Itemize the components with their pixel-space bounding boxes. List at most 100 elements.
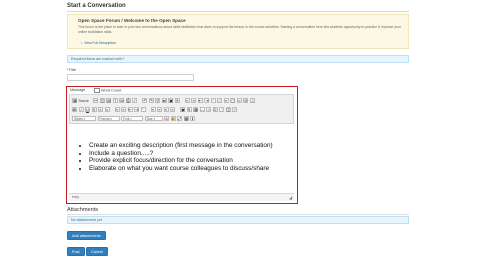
unlink-icon[interactable]: ⊘ bbox=[243, 98, 249, 103]
tab-message[interactable]: Message bbox=[70, 88, 85, 92]
undo-icon[interactable]: ↶ bbox=[142, 98, 148, 103]
toolbar-separator bbox=[139, 98, 141, 103]
page-title: Start a Conversation bbox=[67, 3, 126, 9]
tab-word-count[interactable]: Word Count bbox=[94, 88, 121, 93]
forum-description: This forum is the place to start or join… bbox=[78, 25, 401, 34]
indent-icon[interactable]: ⇥ bbox=[204, 98, 210, 103]
about-icon[interactable]: ℹ bbox=[190, 116, 195, 121]
redo-icon[interactable]: ↷ bbox=[148, 98, 154, 103]
decrease-indent-icon[interactable]: ⇤ bbox=[127, 107, 133, 112]
select-all-icon[interactable]: ▣ bbox=[168, 98, 174, 103]
superscript-icon[interactable]: x bbox=[104, 107, 110, 112]
replace-icon[interactable]: ⇄ bbox=[161, 98, 167, 103]
paste-text-icon[interactable]: T bbox=[112, 98, 118, 103]
remove-format-icon[interactable]: ✕ bbox=[174, 98, 180, 103]
editor-status-bar: body ◢ bbox=[69, 193, 294, 201]
paste-word-icon[interactable]: W bbox=[119, 98, 125, 103]
text-color-icon[interactable]: A bbox=[164, 116, 169, 121]
forum-info-box: Open Space Forum / Welcome to the Open S… bbox=[67, 14, 409, 49]
title-input[interactable] bbox=[67, 74, 194, 81]
list-item: Include a question.....? bbox=[89, 150, 299, 158]
increase-indent-icon[interactable]: ⇥ bbox=[134, 107, 139, 112]
element-path[interactable]: body bbox=[72, 195, 79, 199]
quote-icon[interactable]: ” bbox=[140, 107, 146, 112]
bulleted-list-icon[interactable]: ≡ bbox=[191, 98, 197, 103]
title-label-text: Title bbox=[68, 67, 76, 72]
align-left-icon[interactable]: ≡ bbox=[150, 107, 156, 112]
left-margin bbox=[0, 0, 60, 270]
message-editor: Message Word Count ▦ Source ✂ ◫ ▤ T W ⎙ … bbox=[66, 86, 298, 204]
maximize-icon[interactable]: ▢ bbox=[230, 98, 236, 103]
outdent-icon[interactable]: ⇤ bbox=[197, 98, 203, 103]
paste-icon[interactable]: ▤ bbox=[106, 98, 112, 103]
find-icon[interactable]: ⚲ bbox=[155, 98, 161, 103]
align-justify-icon[interactable]: ≡ bbox=[170, 107, 175, 112]
numbered-list-icon[interactable]: ≡ bbox=[184, 98, 190, 103]
editor-content-area[interactable]: Create an exciting description (first me… bbox=[69, 125, 294, 191]
smiley-icon[interactable]: ☺ bbox=[206, 107, 211, 112]
toolbar-separator bbox=[177, 107, 179, 112]
cut-icon[interactable]: ✂ bbox=[93, 98, 99, 103]
view-description-link[interactable]: View Full Description bbox=[81, 41, 116, 45]
required-notice-text: Required items are marked with bbox=[71, 57, 122, 61]
justify-icon[interactable]: ≡ bbox=[223, 98, 229, 103]
image-icon[interactable]: ▣ bbox=[180, 107, 185, 112]
blockquote-icon[interactable]: “ bbox=[210, 98, 216, 103]
post-button[interactable]: Post bbox=[67, 247, 85, 256]
add-attachments-button[interactable]: Add attachments bbox=[67, 231, 106, 240]
toolbar-row-2: B I U S x x ≡ ≡ ⇤ ⇥ ” ≡ ≡ ≡ ≡ ▣ ↯ ▦ — ☺ … bbox=[72, 106, 237, 113]
bold-icon[interactable]: B bbox=[72, 107, 77, 112]
horizontal-rule-icon[interactable]: — bbox=[199, 107, 205, 112]
resize-grip-icon[interactable]: ◢ bbox=[288, 195, 293, 200]
italic-icon[interactable]: I bbox=[78, 107, 84, 112]
cancel-button[interactable]: Cancel bbox=[86, 247, 108, 256]
div-icon[interactable]: □ bbox=[217, 98, 223, 103]
page-break-icon[interactable]: ⋮ bbox=[219, 107, 224, 112]
font-select[interactable]: Font bbox=[121, 116, 143, 121]
list-item: Create an exciting description (first me… bbox=[89, 142, 299, 150]
source-icon[interactable]: ▦ bbox=[72, 98, 77, 103]
ordered-list-icon[interactable]: ≡ bbox=[114, 107, 120, 112]
underline-icon[interactable]: U bbox=[85, 107, 90, 112]
flash-icon[interactable]: ↯ bbox=[186, 107, 192, 112]
align-right-icon[interactable]: ≡ bbox=[163, 107, 169, 112]
attachments-heading: Attachments bbox=[67, 207, 99, 213]
print-icon[interactable]: ⎙ bbox=[125, 98, 131, 103]
toolbar-separator bbox=[147, 107, 149, 112]
special-char-icon[interactable]: Ω bbox=[212, 107, 218, 112]
list-item: Elaborate on what you want course collea… bbox=[89, 165, 299, 173]
conversation-page: Start a Conversation Open Space Forum / … bbox=[62, 0, 418, 270]
toolbar-separator bbox=[181, 98, 183, 103]
subscript-icon[interactable]: x bbox=[98, 107, 103, 112]
copy-icon[interactable]: ◫ bbox=[99, 98, 105, 103]
bg-color-icon[interactable]: A bbox=[170, 116, 176, 121]
show-blocks-icon[interactable]: ▦ bbox=[183, 116, 189, 121]
anchor-icon[interactable]: ⚓ bbox=[249, 98, 255, 103]
toolbar-row-1: ▦ Source ✂ ◫ ▤ T W ⎙ ✓ ↶ ↷ ⚲ ⇄ ▣ ✕ ≡ ≡ ⇤ bbox=[72, 97, 255, 104]
format-select[interactable]: Format bbox=[97, 116, 120, 121]
source-label[interactable]: Source bbox=[79, 99, 89, 103]
maximize-editor-icon[interactable]: ⤢ bbox=[177, 116, 182, 121]
spellcheck-icon[interactable]: ✓ bbox=[132, 98, 138, 103]
strike-icon[interactable]: S bbox=[91, 107, 97, 112]
right-margin bbox=[420, 0, 480, 270]
toolbar-row-3: Styles Format Font Size A A ⤢ ▦ ℹ bbox=[72, 115, 195, 122]
table-icon[interactable]: ▦ bbox=[193, 107, 198, 112]
unordered-list-icon[interactable]: ≡ bbox=[121, 107, 126, 112]
toolbar-separator bbox=[111, 107, 113, 112]
editor-toolbar: ▦ Source ✂ ◫ ▤ T W ⎙ ✓ ↶ ↷ ⚲ ⇄ ▣ ✕ ≡ ≡ ⇤ bbox=[69, 94, 294, 124]
no-attachments-notice: No attachments yet bbox=[67, 216, 409, 224]
message-bullet-list: Create an exciting description (first me… bbox=[79, 142, 299, 173]
align-center-icon[interactable]: ≡ bbox=[157, 107, 162, 112]
help-icon[interactable]: ? bbox=[232, 107, 237, 112]
required-star: * bbox=[122, 57, 125, 61]
size-select[interactable]: Size bbox=[144, 116, 163, 121]
title-label: *Title bbox=[67, 67, 76, 72]
divider bbox=[67, 11, 409, 12]
divider bbox=[67, 214, 409, 215]
required-notice: Required items are marked with * bbox=[67, 55, 409, 63]
link-icon[interactable]: ∞ bbox=[236, 98, 242, 103]
styles-select[interactable]: Styles bbox=[72, 116, 96, 121]
list-item: Provide explicit focus/direction for the… bbox=[89, 157, 299, 165]
iframe-icon[interactable]: ◫ bbox=[225, 107, 231, 112]
